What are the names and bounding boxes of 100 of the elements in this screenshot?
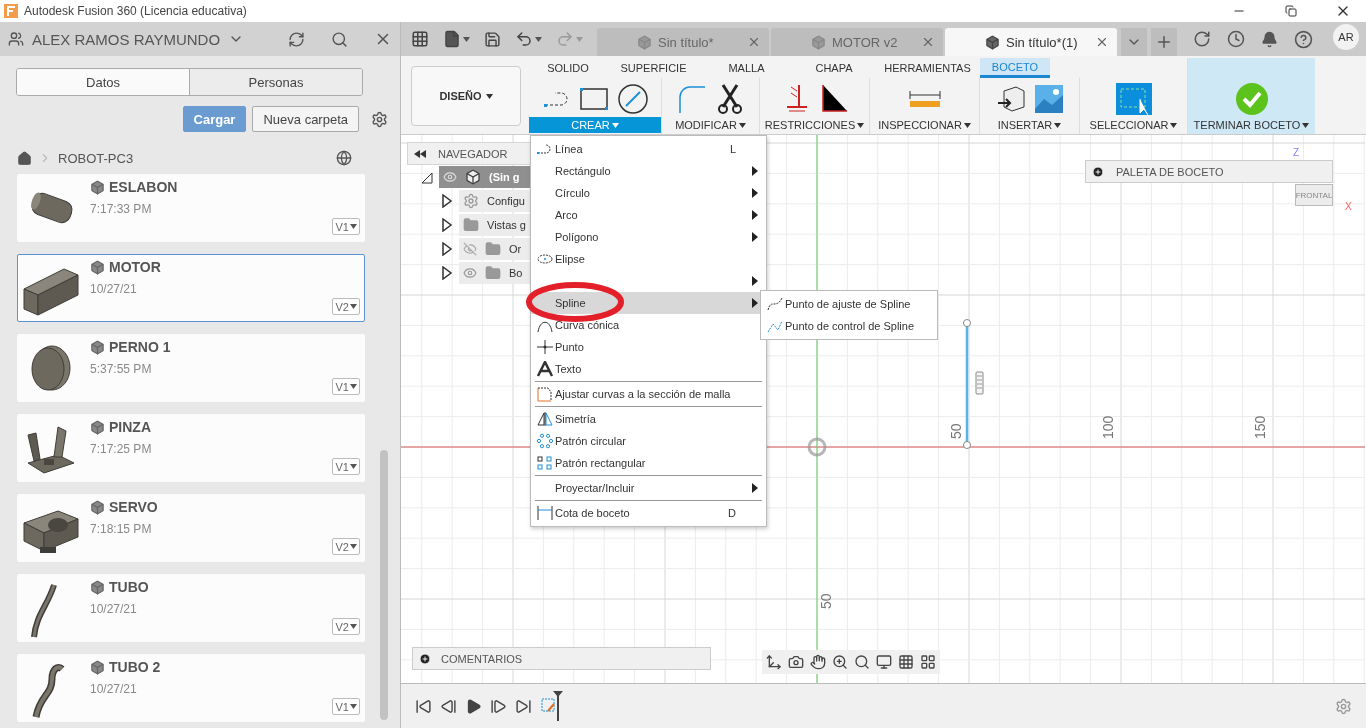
caret-icon <box>350 544 357 549</box>
viewports-icon[interactable] <box>920 654 936 670</box>
zoom-window-icon[interactable] <box>854 654 870 670</box>
tree-item-label[interactable]: Bo <box>509 267 523 279</box>
settings-icon[interactable] <box>371 110 388 128</box>
cube-icon <box>811 34 826 50</box>
menu-item[interactable]: Proyectar/Incluir <box>531 477 766 499</box>
timeline-sketch-icon[interactable] <box>540 691 564 721</box>
search-icon[interactable] <box>331 30 348 48</box>
version-dropdown[interactable]: V1 <box>331 698 360 715</box>
scrollbar[interactable] <box>380 450 388 720</box>
ribbon-tab[interactable]: CHAPA <box>793 58 875 78</box>
version-dropdown[interactable]: V1 <box>331 458 360 475</box>
display-icon[interactable] <box>876 654 892 670</box>
axis-label: 50 <box>948 423 964 439</box>
version-dropdown[interactable]: V2 <box>331 538 360 555</box>
tree-item-label[interactable]: Configu <box>487 195 525 207</box>
tool-group-menu[interactable]: SELECCIONAR <box>1080 117 1187 133</box>
point-icon <box>536 339 554 355</box>
expanded-triangle-icon[interactable] <box>421 170 433 184</box>
save-icon[interactable] <box>484 30 501 48</box>
zoom-icon[interactable] <box>832 654 848 670</box>
workspace-dropdown[interactable]: DISEÑO <box>411 66 521 126</box>
file-icon[interactable] <box>443 30 461 48</box>
new-tab-button[interactable] <box>1151 28 1177 56</box>
panel-tab[interactable]: Datos <box>17 69 189 95</box>
apps-grid-icon[interactable] <box>411 30 429 48</box>
checkmark-icon[interactable] <box>1235 83 1268 115</box>
ribbon-tab[interactable]: SUPERFICIE <box>607 58 700 78</box>
menu-item[interactable]: Rectángulo <box>531 160 766 182</box>
tool-group-menu[interactable]: INSPECCIONAR <box>870 117 979 133</box>
caret-icon <box>463 36 470 42</box>
first-icon[interactable] <box>415 697 432 715</box>
next-icon[interactable] <box>490 697 507 715</box>
restore-icon[interactable] <box>1285 5 1297 17</box>
version-dropdown[interactable]: V1 <box>331 218 360 235</box>
tool-group-menu[interactable]: RESTRICCIONES <box>760 117 869 133</box>
circle-tool-icon[interactable] <box>617 83 649 115</box>
menu-item[interactable]: Círculo <box>531 182 766 204</box>
play-icon[interactable] <box>465 697 482 715</box>
panel-tab[interactable]: Personas <box>189 69 362 95</box>
previous-icon[interactable] <box>440 697 457 715</box>
submenu-arrow-icon <box>752 298 758 308</box>
version-dropdown[interactable]: V2 <box>331 618 360 635</box>
clock-icon[interactable] <box>1227 30 1245 48</box>
collapsed-triangle-icon[interactable] <box>441 266 453 280</box>
version-dropdown[interactable]: V1 <box>331 378 360 395</box>
collapse-icon[interactable] <box>414 149 426 158</box>
file-card[interactable]: SERVO 7:18:15 PM V2 <box>17 494 365 562</box>
image-icon[interactable] <box>1033 83 1064 115</box>
grid-icon[interactable] <box>898 654 914 670</box>
ribbon-tab[interactable]: MALLA <box>700 58 793 78</box>
help-icon[interactable] <box>1294 29 1313 49</box>
bell-icon[interactable] <box>1261 30 1278 48</box>
collapsed-triangle-icon[interactable] <box>441 242 453 256</box>
file-card[interactable]: PERNO 1 5:37:55 PM V1 <box>17 334 365 402</box>
menu-item[interactable]: Ajustar curvas a la sección de malla <box>531 383 766 405</box>
file-card[interactable]: TUBO 2 10/27/21 V1 <box>17 654 365 722</box>
file-card[interactable]: TUBO 10/27/21 V2 <box>17 574 365 642</box>
menu-item[interactable]: Patrón circular <box>531 430 766 452</box>
home-icon[interactable] <box>17 150 32 166</box>
file-card[interactable]: ESLABON 7:17:33 PM V1 <box>17 174 365 242</box>
selection-window-icon[interactable] <box>1115 83 1152 115</box>
collapsed-triangle-icon[interactable] <box>441 194 453 208</box>
file-card[interactable]: PINZA 7:17:25 PM V1 <box>17 414 365 482</box>
menu-item[interactable]: Elipse <box>531 248 766 270</box>
tree-item-label[interactable]: Or <box>509 243 522 255</box>
menu-item[interactable]: Simetría <box>531 408 766 430</box>
refresh-icon[interactable] <box>288 30 305 48</box>
ribbon-tab[interactable]: SOLIDO <box>529 58 607 78</box>
breadcrumb-item[interactable]: ROBOT-PC3 <box>58 150 134 166</box>
sync-icon[interactable] <box>1193 30 1211 48</box>
file-card[interactable]: MOTOR 10/27/21 V2 <box>17 254 365 322</box>
new-folder-button[interactable]: Nueva carpeta <box>252 106 359 132</box>
pan-icon[interactable] <box>810 654 826 670</box>
last-icon[interactable] <box>515 697 532 715</box>
tool-group-menu[interactable]: INSERTAR <box>980 117 1079 133</box>
tree-item-label[interactable]: Vistas g <box>487 219 526 231</box>
undo-icon[interactable] <box>515 30 533 48</box>
caret-icon <box>350 464 357 469</box>
globe-icon[interactable] <box>336 150 352 166</box>
tool-group-menu[interactable]: MODIFICAR <box>662 117 759 133</box>
submenu-arrow-icon <box>752 276 758 286</box>
menu-item[interactable]: Texto <box>531 358 766 380</box>
collapsed-triangle-icon[interactable] <box>441 218 453 232</box>
user-avatar[interactable]: AR <box>1333 24 1359 50</box>
menu-item[interactable]: Línea L <box>531 138 766 160</box>
version-dropdown[interactable]: V2 <box>331 298 360 315</box>
menu-item[interactable]: Polígono <box>531 226 766 248</box>
ribbon-tab[interactable]: HERRAMIENTAS <box>875 58 980 78</box>
close-icon[interactable] <box>1095 35 1109 49</box>
people-icon[interactable] <box>8 31 24 47</box>
comments-panel[interactable]: COMENTARIOS <box>412 647 711 670</box>
menu-item[interactable]: Punto <box>531 336 766 358</box>
document-tab[interactable]: Sin título*(1) <box>945 28 1117 56</box>
menu-item[interactable]: Cota de boceto D <box>531 502 766 524</box>
axis-label: 50 <box>818 593 834 609</box>
sketch-palette[interactable]: PALETA DE BOCETO <box>1085 160 1333 183</box>
menu-item[interactable]: Patrón rectangular <box>531 452 766 474</box>
menu-item[interactable]: Arco <box>531 204 766 226</box>
